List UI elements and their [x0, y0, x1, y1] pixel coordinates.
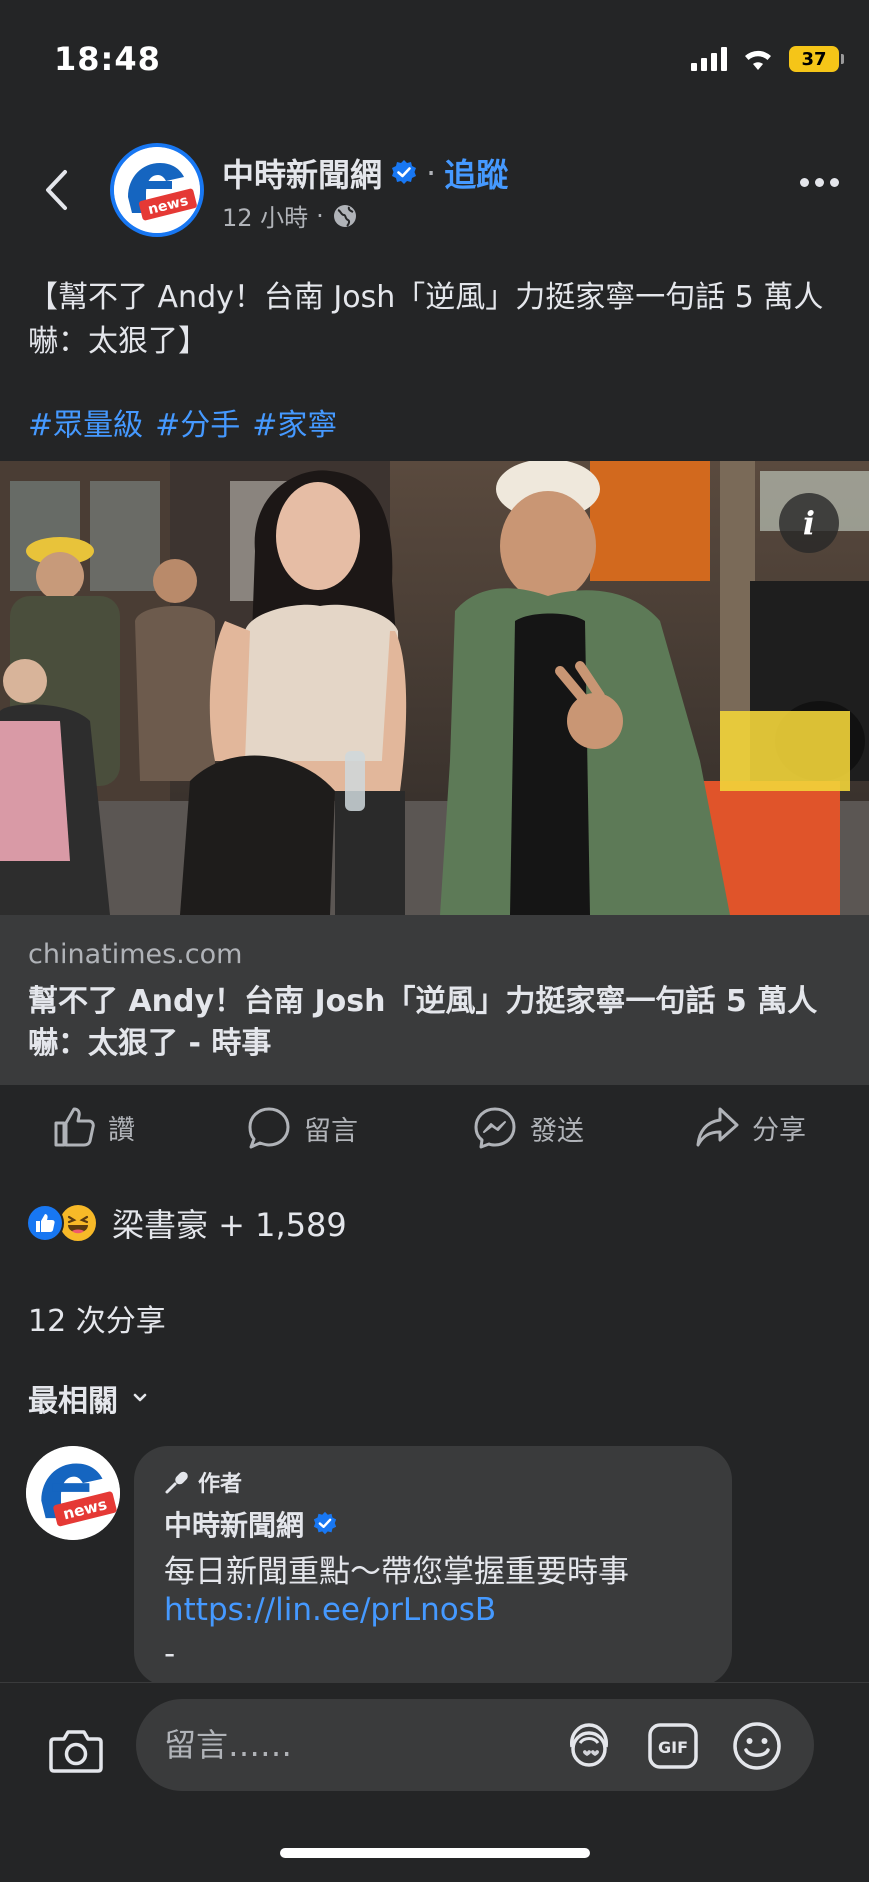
battery-indicator: 37	[789, 46, 844, 72]
street-photo-image	[0, 461, 869, 915]
comment-sort-dropdown[interactable]: 最相關	[28, 1376, 148, 1420]
status-bar: 18:48 37	[0, 0, 869, 110]
comment-author-avatar[interactable]: news	[26, 1446, 120, 1540]
share-arrow-icon	[696, 1107, 739, 1147]
share-count[interactable]: 12 次分享	[28, 1296, 166, 1340]
share-label: 分享	[752, 1114, 806, 1146]
avatar-sticker-icon	[570, 1723, 608, 1767]
gif-icon: GIF	[648, 1723, 698, 1769]
microphone-icon	[165, 1471, 188, 1494]
link-title: 幫不了 Andy！台南 Josh「逆風」力挺家寧一句話 5 萬人嚇：太狠了 - …	[28, 984, 818, 1061]
comment-extra-text: -	[164, 1636, 176, 1672]
separator-dot: ·	[316, 201, 324, 230]
verified-badge-icon	[313, 1511, 337, 1535]
author-badge: 作者	[164, 1466, 242, 1498]
camera-icon	[49, 1730, 103, 1773]
haha-reaction-icon	[58, 1203, 98, 1243]
verified-badge-icon	[392, 160, 417, 184]
svg-text:GIF: GIF	[658, 1738, 688, 1757]
comment-author-name-row: 中時新聞網	[164, 1504, 338, 1544]
hashtags: #眾量級 #分手 #家寧	[28, 400, 337, 444]
comment-input[interactable]	[164, 1699, 544, 1791]
hashtag-link[interactable]: #家寧	[252, 400, 337, 444]
thumbs-up-icon	[54, 1107, 95, 1147]
avatar-sticker-button[interactable]	[562, 1719, 616, 1773]
link-preview-card[interactable]: chinatimes.com 幫不了 Andy！台南 Josh「逆風」力挺家寧一…	[0, 915, 869, 1085]
send-button[interactable]: 發送	[472, 1105, 584, 1151]
page-avatar[interactable]: news	[110, 143, 204, 237]
post-header: news 中時新聞網 · 追蹤 12 小時 ·	[0, 140, 869, 240]
wifi-icon	[745, 50, 771, 70]
post-photo[interactable]: i	[0, 461, 869, 915]
comment-bubble[interactable]: 作者 中時新聞網 每日新聞重點～帶您掌握重要時事 https://lin.ee/…	[134, 1446, 732, 1686]
link-domain: chinatimes.com	[28, 939, 243, 970]
sort-label: 最相關	[28, 1384, 118, 1419]
comment-link[interactable]: https://lin.ee/prLnosB	[164, 1592, 496, 1628]
like-reaction-icon	[26, 1204, 64, 1242]
chinatimes-logo-icon: news	[26, 1446, 120, 1540]
comment-author-name[interactable]: 中時新聞網	[164, 1504, 304, 1544]
smiley-emoji-icon	[733, 1722, 781, 1770]
comment-bubble-icon	[248, 1107, 290, 1149]
chevron-left-icon	[46, 170, 67, 210]
chevron-down-icon	[133, 1393, 147, 1402]
emoji-button[interactable]	[730, 1719, 784, 1773]
home-indicator[interactable]	[280, 1848, 590, 1858]
post-text: 【幫不了 Andy！台南 Josh「逆風」力挺家寧一句話 5 萬人嚇：太狠了】	[28, 280, 824, 359]
comment-composer-bar: GIF	[0, 1682, 869, 1882]
post-time[interactable]: 12 小時	[222, 198, 308, 233]
reactions-summary[interactable]: 梁書豪 + 1,589	[26, 1200, 347, 1246]
follow-button[interactable]: 追蹤	[444, 150, 508, 196]
post-meta: 12 小時 ·	[222, 198, 358, 233]
comment-label: 留言	[304, 1115, 358, 1147]
comment-text: 每日新聞重點～帶您掌握重要時事	[164, 1554, 629, 1590]
page-name[interactable]: 中時新聞網	[222, 150, 382, 196]
cellular-signal-icon	[691, 47, 727, 71]
reaction-count: 梁書豪 + 1,589	[112, 1206, 347, 1244]
comment-button[interactable]: 留言	[246, 1105, 358, 1151]
back-button[interactable]	[34, 164, 78, 216]
separator-dot: ·	[426, 154, 437, 192]
hashtag-link[interactable]: #分手	[155, 400, 240, 444]
gif-button[interactable]: GIF	[646, 1719, 700, 1773]
chinatimes-logo-icon: news	[114, 147, 200, 233]
globe-icon	[333, 204, 356, 227]
like-button[interactable]: 讚	[52, 1105, 135, 1149]
post-actions: 讚 留言 發送 分享	[0, 1085, 869, 1175]
status-icons: 37	[691, 46, 844, 72]
page-name-row: 中時新聞網 · 追蹤	[222, 150, 508, 196]
status-time: 18:48	[54, 40, 161, 78]
comment-input-container: GIF	[136, 1699, 814, 1791]
hashtag-link[interactable]: #眾量級	[28, 400, 143, 444]
more-options-button[interactable]	[800, 178, 839, 187]
author-badge-label: 作者	[198, 1472, 243, 1497]
like-label: 讚	[108, 1114, 135, 1146]
share-button[interactable]: 分享	[694, 1105, 806, 1149]
camera-button[interactable]	[46, 1721, 106, 1781]
messenger-icon	[474, 1107, 516, 1149]
info-button[interactable]: i	[779, 493, 839, 553]
send-label: 發送	[530, 1115, 584, 1147]
